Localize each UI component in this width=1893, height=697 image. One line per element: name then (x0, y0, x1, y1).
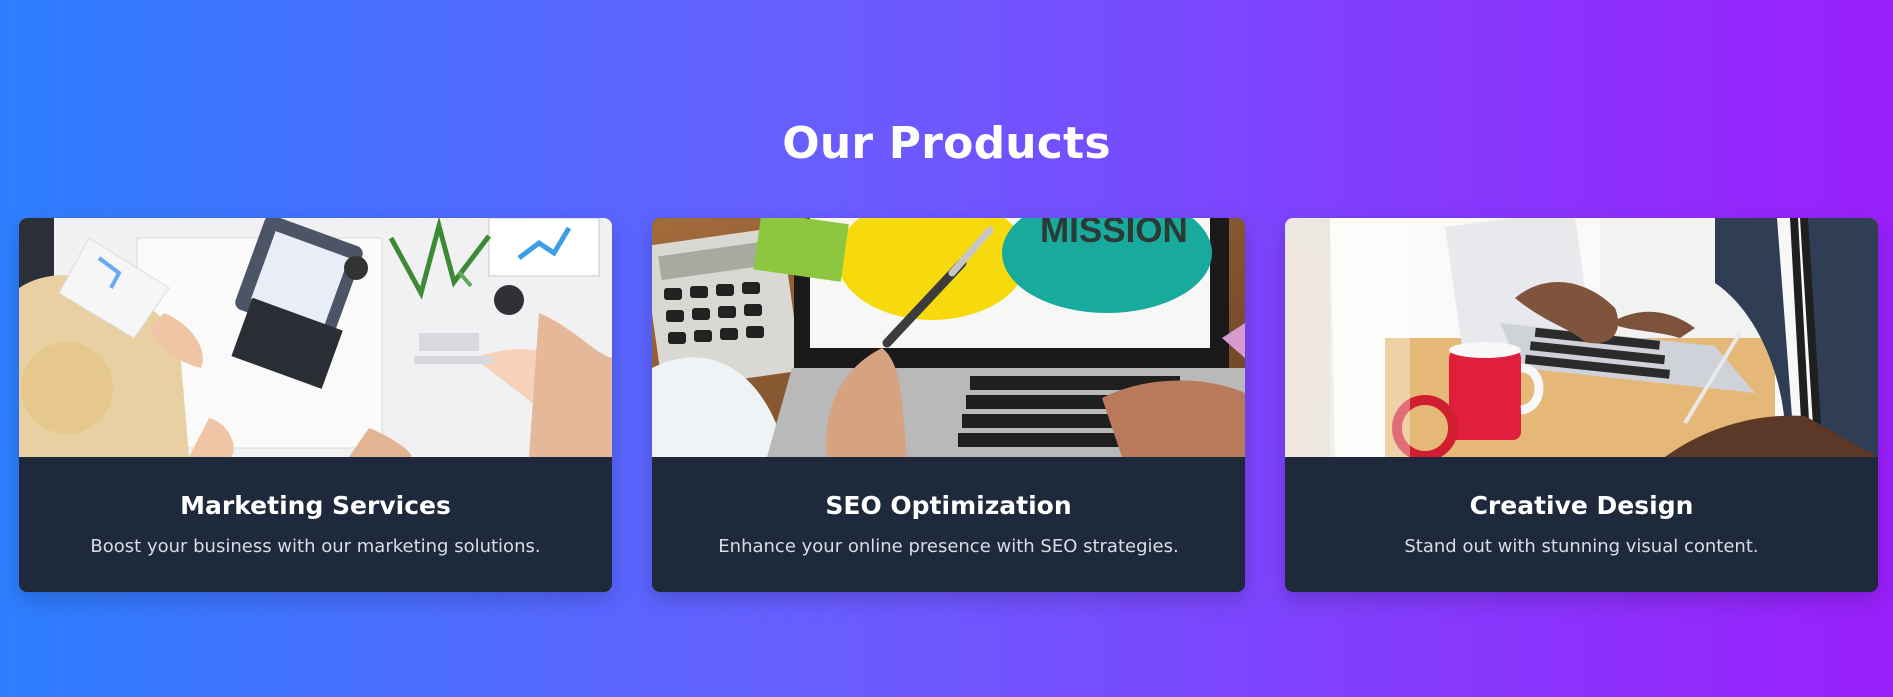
seo-optimization-image: MISSION (652, 218, 1245, 457)
product-card-creative[interactable]: Creative Design Stand out with stunning … (1285, 218, 1878, 592)
creative-design-image (1285, 218, 1878, 457)
product-title: SEO Optimization (825, 491, 1072, 520)
card-body: Creative Design Stand out with stunning … (1285, 457, 1878, 592)
product-cards: Marketing Services Boost your business w… (19, 218, 1878, 592)
card-body: SEO Optimization Enhance your online pre… (652, 457, 1245, 592)
section-title: Our Products (782, 118, 1111, 169)
mission-text: MISSION (1040, 218, 1188, 250)
card-body: Marketing Services Boost your business w… (19, 457, 612, 592)
product-description: Stand out with stunning visual content. (1404, 536, 1759, 557)
product-description: Boost your business with our marketing s… (90, 536, 541, 557)
product-card-marketing[interactable]: Marketing Services Boost your business w… (19, 218, 612, 592)
product-title: Marketing Services (180, 491, 451, 520)
product-card-seo[interactable]: MISSION SEO Optimization Enhance your on… (652, 218, 1245, 592)
product-description: Enhance your online presence with SEO st… (718, 536, 1179, 557)
marketing-services-image (19, 218, 612, 457)
product-title: Creative Design (1469, 491, 1694, 520)
